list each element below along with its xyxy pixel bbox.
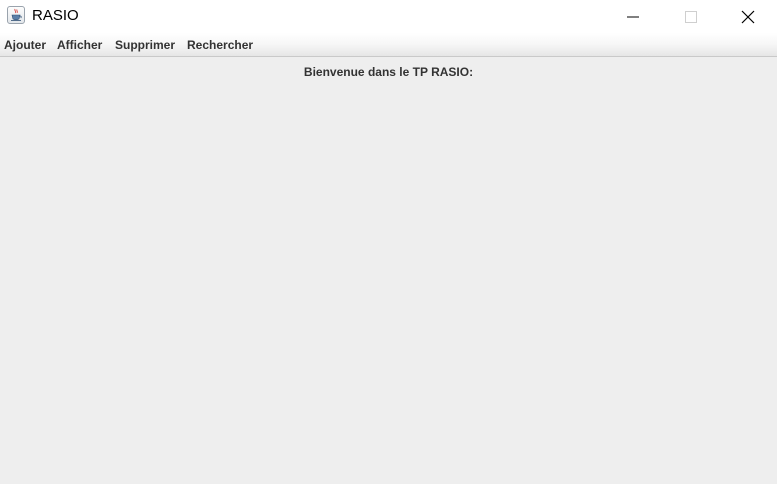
maximize-icon [685, 10, 697, 23]
maximize-button[interactable] [662, 0, 720, 33]
menu-supprimer[interactable]: Supprimer [115, 38, 175, 52]
minimize-icon [627, 16, 639, 17]
window-title: RASIO [32, 7, 79, 24]
menu-bar: Ajouter Afficher Supprimer Rechercher [0, 33, 777, 57]
close-icon [741, 10, 755, 23]
close-button[interactable] [719, 0, 777, 33]
title-bar[interactable]: RASIO [0, 0, 777, 33]
application-window: RASIO Ajouter Afficher Supprimer Recherc… [0, 0, 777, 484]
menu-afficher[interactable]: Afficher [57, 38, 102, 52]
java-cup-icon[interactable] [7, 6, 25, 24]
welcome-label: Bienvenue dans le TP RASIO: [303, 65, 474, 79]
menu-ajouter[interactable]: Ajouter [4, 38, 46, 52]
minimize-button[interactable] [604, 0, 662, 33]
menu-rechercher[interactable]: Rechercher [187, 38, 253, 52]
